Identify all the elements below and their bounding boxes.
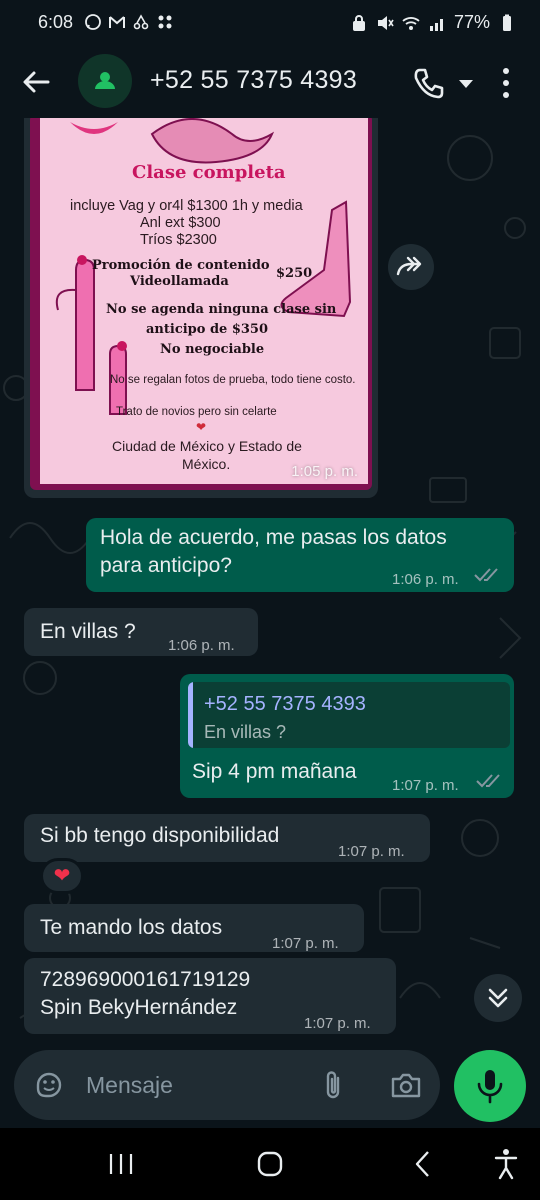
message-time: 1:06 p. m.: [168, 637, 235, 654]
avatar-icon: [95, 72, 115, 89]
poster-location-2: México.: [182, 456, 231, 472]
heart-icon: ❤: [196, 420, 207, 434]
wifi-icon: [402, 16, 420, 30]
outgoing-message[interactable]: Hola de acuerdo, me pasas los datos para…: [86, 518, 514, 592]
poster-note-1: No se regalan fotos de prueba, todo tien…: [110, 374, 356, 386]
message-text: Si bb tengo disponibilidad: [40, 824, 280, 847]
back-arrow-icon[interactable]: [20, 66, 52, 98]
message-composer: Mensaje: [0, 1050, 540, 1126]
message-time: 1:07 p. m.: [304, 1015, 371, 1032]
home-icon[interactable]: [256, 1150, 284, 1178]
outgoing-reply-message[interactable]: +52 55 7375 4393 En villas ? Sip 4 pm ma…: [180, 674, 514, 798]
quoted-text: En villas ?: [204, 722, 287, 742]
poster-rule-2: anticipo de $350: [146, 322, 269, 337]
double-check-icon: [476, 774, 500, 788]
incoming-message[interactable]: 728969000161719129 Spin BekyHernández 1:…: [24, 958, 396, 1034]
apps-icon: [158, 15, 172, 29]
image-message[interactable]: Clase completa incluye Vag y or4l $1300 …: [24, 118, 378, 498]
poster-location-1: Ciudad de México y Estado de: [112, 438, 302, 454]
chat-area[interactable]: Clase completa incluye Vag y or4l $1300 …: [0, 118, 540, 1050]
lock-icon: [352, 14, 365, 31]
accessibility-icon[interactable]: [494, 1148, 518, 1180]
scroll-to-bottom-button[interactable]: [474, 974, 522, 1022]
battery-level: 77%: [453, 12, 490, 32]
message-text-line-2: para anticipo?: [100, 554, 232, 577]
battery-icon: [503, 14, 511, 31]
poster-line-1: incluye Vag y or4l $1300 1h y media: [70, 198, 303, 214]
chat-header: +52 55 7375 4393: [0, 46, 540, 118]
phone-icon[interactable]: [412, 66, 446, 100]
quoted-message[interactable]: +52 55 7375 4393 En villas ?: [188, 682, 510, 748]
sticker-icon[interactable]: [34, 1070, 64, 1100]
message-time: 1:07 p. m.: [338, 843, 405, 860]
poster-line-2: Anl ext $300: [140, 215, 221, 231]
whatsapp-chat-screen: 6:08 77% +52 55 7375 4393 Clase completa…: [0, 0, 540, 1200]
message-text: En villas ?: [40, 620, 136, 643]
camera-icon[interactable]: [390, 1070, 422, 1100]
contact-name[interactable]: +52 55 7375 4393: [150, 66, 357, 95]
message-time: 1:06 p. m.: [392, 571, 459, 588]
poster-image[interactable]: Clase completa incluye Vag y or4l $1300 …: [30, 118, 372, 490]
poster-title: Clase completa: [132, 162, 286, 183]
paperclip-icon[interactable]: [320, 1068, 346, 1102]
poster-note-2: Trato de novios pero sin celarte: [116, 406, 277, 418]
quoted-contact: +52 55 7375 4393: [204, 693, 366, 715]
incoming-message[interactable]: Si bb tengo disponibilidad 1:07 p. m.: [24, 814, 430, 862]
double-chevron-down-icon: [488, 988, 508, 1008]
message-text-line-2: Spin BekyHernández: [40, 996, 238, 1019]
quote-bar: [188, 682, 193, 748]
gmail-icon: [109, 16, 125, 28]
poster-line-3: Tríos $2300: [140, 232, 217, 248]
signal-icon: [429, 18, 443, 31]
forward-icon: [396, 256, 422, 276]
status-bar: 6:08 77%: [0, 0, 540, 46]
back-icon[interactable]: [412, 1150, 434, 1178]
message-input[interactable]: Mensaje: [14, 1050, 440, 1120]
poster-background: Clase completa incluye Vag y or4l $1300 …: [40, 118, 368, 484]
poster-rule-3: No negociable: [160, 342, 265, 357]
poster-promo-price: $250: [276, 266, 313, 281]
poster-rule-1: No se agenda ninguna clase sin: [106, 302, 337, 317]
forward-button[interactable]: [388, 244, 434, 290]
shipping-icon: [133, 14, 149, 30]
mic-icon: [477, 1070, 503, 1104]
message-text-line-1: Hola de acuerdo, me pasas los datos: [100, 526, 447, 549]
double-check-icon: [474, 568, 498, 582]
message-text: Te mando los datos: [40, 916, 223, 939]
status-time: 6:08: [38, 12, 74, 32]
message-placeholder: Mensaje: [86, 1072, 173, 1098]
system-navigation-bar: [0, 1128, 540, 1200]
system-icons: 77%: [350, 12, 516, 33]
recent-apps-icon[interactable]: [108, 1152, 134, 1176]
message-time: 1:07 p. m.: [272, 935, 339, 952]
message-time: 1:07 p. m.: [392, 777, 459, 794]
whatsapp-icon: [85, 14, 101, 30]
incoming-message[interactable]: Te mando los datos 1:07 p. m.: [24, 904, 364, 952]
mute-icon: [377, 15, 394, 30]
heart-reaction-icon[interactable]: ❤: [40, 858, 84, 894]
message-text-line-1: 728969000161719129: [40, 968, 251, 991]
poster-video: Videollamada: [130, 274, 229, 289]
notification-icons: [84, 13, 174, 31]
poster-promo: Promoción de contenido: [92, 258, 270, 273]
more-vert-icon[interactable]: [496, 66, 516, 100]
avatar[interactable]: [78, 54, 132, 108]
incoming-message[interactable]: En villas ? 1:06 p. m.: [24, 608, 258, 656]
mic-button[interactable]: [454, 1050, 526, 1122]
message-time: 1:05 p. m.: [291, 463, 358, 480]
message-text: Sip 4 pm mañana: [192, 760, 357, 783]
chevron-down-icon[interactable]: [456, 74, 476, 94]
